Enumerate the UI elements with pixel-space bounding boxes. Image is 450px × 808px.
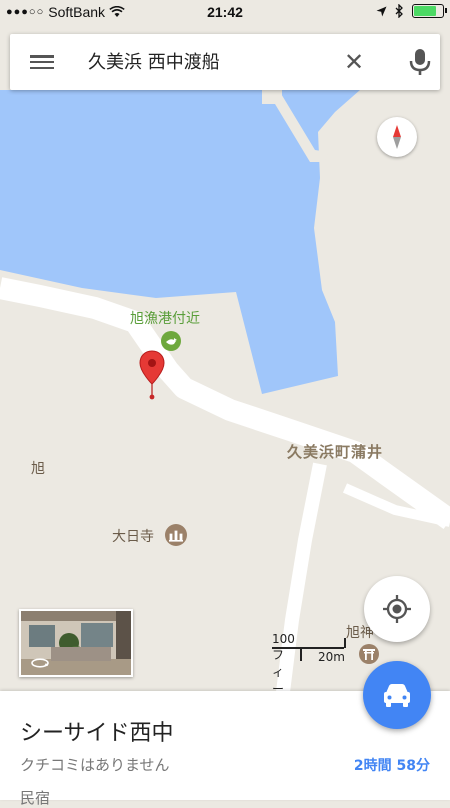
battery-fill [414,6,437,16]
reviews-label: クチコミはありません [20,756,170,774]
place-name: シーサイド西中 [20,721,174,746]
close-icon[interactable]: ✕ [340,48,368,76]
scale-metric: 20m [318,650,345,664]
temple-label[interactable]: 大日寺 [112,526,154,546]
status-bar: ●●●○○ SoftBank 21:42 [0,0,450,24]
duration-minutes: 58分 [396,758,430,774]
place-category: 民宿 [20,789,51,807]
car-icon [384,684,410,707]
search-bar[interactable]: 久美浜 西中渡船 ✕ [10,34,440,90]
port-label[interactable]: 旭漁港付近 [130,308,200,328]
fishing-port-icon[interactable] [161,331,181,351]
location-arrow-icon [376,6,387,16]
my-location-icon [383,595,411,623]
street-view-thumbnail[interactable] [19,609,133,677]
travel-duration: 2時間 58分 [354,755,430,775]
my-location-button[interactable] [364,576,430,642]
compass-icon [393,125,401,149]
town-label[interactable]: 久美浜町蒲井 [287,441,383,462]
mic-icon[interactable] [406,46,434,78]
compass-button[interactable] [377,117,417,157]
area-label: 旭 [31,461,45,477]
rotate-360-icon [31,658,49,668]
battery-icon [412,4,447,18]
search-input[interactable]: 久美浜 西中渡船 [88,48,220,74]
location-pin-icon[interactable] [139,350,165,402]
menu-icon[interactable] [30,52,54,72]
duration-hours: 2時間 [353,758,392,774]
directions-button[interactable] [363,661,431,729]
temple-icon[interactable] [165,524,187,546]
bluetooth-icon [395,4,403,18]
